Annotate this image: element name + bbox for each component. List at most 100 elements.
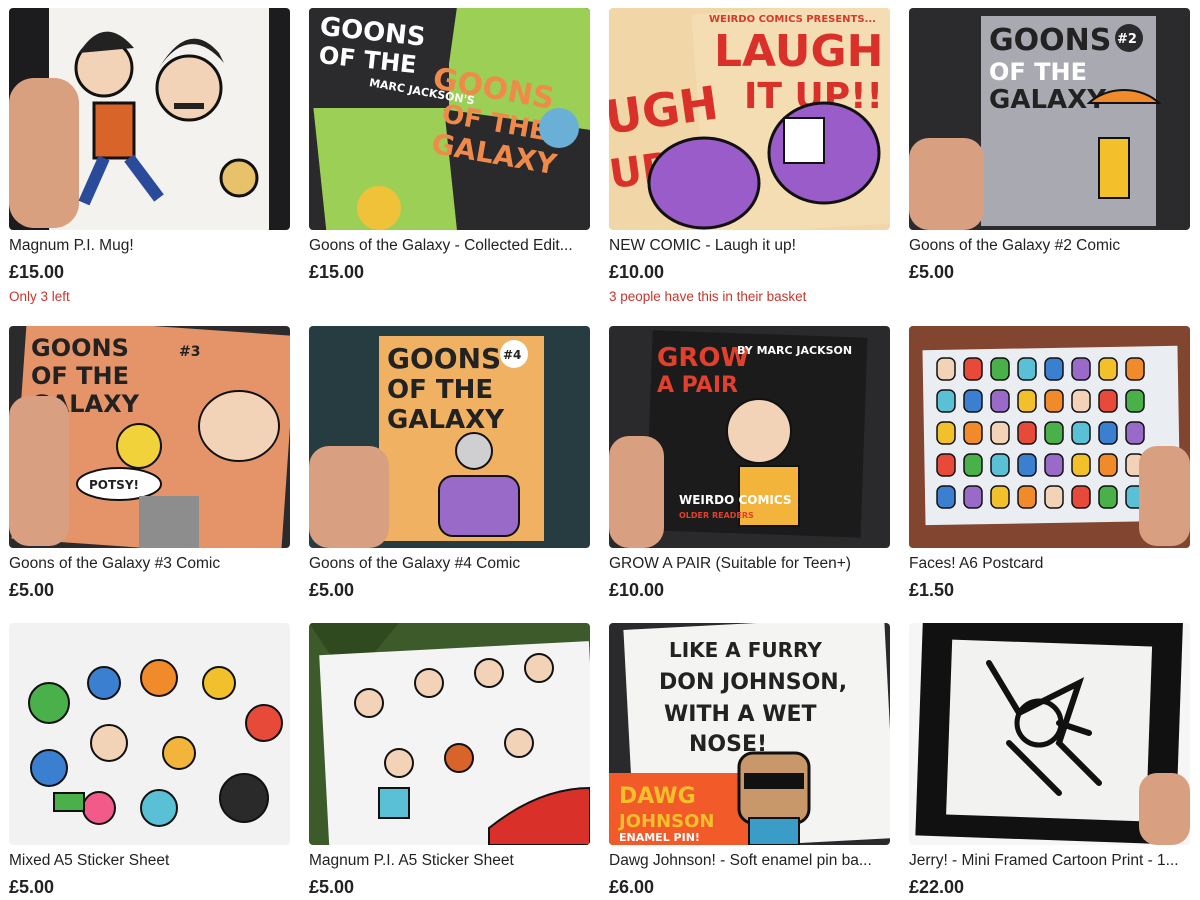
listing-price: £10.00 bbox=[609, 262, 665, 282]
listing-title[interactable]: Faces! A6 Postcard bbox=[909, 554, 1190, 574]
postcard-face bbox=[936, 389, 956, 413]
listing-image-laugh-it-up[interactable]: WEIRDO COMICS PRESENTS... LAUGH IT UP!! … bbox=[609, 8, 890, 230]
postcard-face bbox=[1071, 357, 1091, 381]
postcard-face bbox=[1017, 485, 1037, 509]
listing-image-grow-a-pair[interactable]: GROW A PAIR BY MARC JACKSON WEIRDO COMIC… bbox=[609, 326, 890, 548]
listing-price: £5.00 bbox=[309, 877, 355, 897]
sticker-sheet-photo bbox=[9, 623, 290, 845]
cover-title-line: GOONS bbox=[989, 23, 1111, 58]
comic-held-photo: GROW A PAIR BY MARC JACKSON WEIRDO COMIC… bbox=[609, 326, 890, 548]
comic-held-photo: GOONS OF THE GALAXY #3 POTSY! bbox=[9, 326, 290, 548]
postcard-face bbox=[1017, 357, 1037, 381]
listing-card[interactable]: GOONS OF THE GALAXY #2 Goons of the Gala… bbox=[909, 8, 1190, 283]
postcard-face bbox=[936, 421, 956, 445]
listing-card[interactable]: LIKE A FURRY DON JOHNSON, WITH A WET NOS… bbox=[609, 623, 890, 898]
listing-title[interactable]: Magnum P.I. Mug! bbox=[9, 236, 290, 256]
pin-title-line: ENAMEL PIN! bbox=[619, 831, 700, 844]
postcard-face bbox=[990, 485, 1010, 509]
listing-card[interactable]: Magnum P.I. A5 Sticker Sheet £5.00 bbox=[309, 623, 590, 898]
postcard-face bbox=[1017, 389, 1037, 413]
postcard-face bbox=[1071, 421, 1091, 445]
postcard-face bbox=[1125, 357, 1145, 381]
listing-card[interactable]: GOONS OF THE GALAXY #3 POTSY! Goons of t… bbox=[9, 326, 290, 601]
postcard-face bbox=[963, 453, 983, 477]
listing-image-goons-collected[interactable]: GOONS OF THE GOONS OF THE GALAXY MARC JA… bbox=[309, 8, 590, 230]
listing-card[interactable]: Magnum P.I. Mug! £15.00 Only 3 left bbox=[9, 8, 290, 305]
listing-image-jerry-print[interactable] bbox=[909, 623, 1190, 845]
postcard-face bbox=[963, 485, 983, 509]
listing-title[interactable]: Dawg Johnson! - Soft enamel pin ba... bbox=[609, 851, 890, 871]
cover-issue: #2 bbox=[1117, 32, 1137, 47]
postcard-photo bbox=[909, 326, 1190, 548]
sticker-sheet-photo bbox=[309, 623, 590, 845]
postcard-face bbox=[963, 357, 983, 381]
cover-title-line: GALAXY bbox=[989, 85, 1107, 115]
postcard-face bbox=[963, 389, 983, 413]
listing-image-goons-4[interactable]: GOONS OF THE GALAXY #4 bbox=[309, 326, 590, 548]
postcard-face bbox=[1125, 421, 1145, 445]
listing-image-goons-2[interactable]: GOONS OF THE GALAXY #2 bbox=[909, 8, 1190, 230]
enamel-pin-photo: LIKE A FURRY DON JOHNSON, WITH A WET NOS… bbox=[609, 623, 890, 845]
listing-stock-note: Only 3 left bbox=[9, 289, 70, 304]
postcard-face bbox=[936, 357, 956, 381]
comic-held-photo: GOONS OF THE GALAXY #4 bbox=[309, 326, 590, 548]
postcard-face bbox=[936, 485, 956, 509]
listing-price: £5.00 bbox=[309, 580, 355, 600]
listing-title[interactable]: Goons of the Galaxy - Collected Edit... bbox=[309, 236, 590, 256]
cover-title-line: WITH A WET bbox=[664, 702, 817, 727]
listing-price: £5.00 bbox=[9, 877, 55, 897]
listing-card[interactable]: WEIRDO COMICS PRESENTS... LAUGH IT UP!! … bbox=[609, 8, 890, 305]
postcard-face bbox=[990, 357, 1010, 381]
listing-image-faces-postcard[interactable] bbox=[909, 326, 1190, 548]
comic-spread-photo: WEIRDO COMICS PRESENTS... LAUGH IT UP!! … bbox=[609, 8, 890, 230]
cover-title-line: LIKE A FURRY bbox=[669, 638, 822, 662]
listing-image-mug[interactable] bbox=[9, 8, 290, 230]
listing-card[interactable]: Jerry! - Mini Framed Cartoon Print - 1..… bbox=[909, 623, 1190, 898]
listing-image-magnum-stickers[interactable] bbox=[309, 623, 590, 845]
cover-bubble: POTSY! bbox=[89, 478, 139, 492]
postcard-face bbox=[1017, 453, 1037, 477]
listing-card[interactable]: GOONS OF THE GOONS OF THE GALAXY MARC JA… bbox=[309, 8, 590, 283]
cover-title-line: GALAXY bbox=[387, 405, 505, 435]
postcard-face bbox=[1098, 389, 1118, 413]
cover-title-line: OF THE bbox=[31, 362, 129, 390]
cover-issue: #4 bbox=[503, 348, 521, 362]
listing-card[interactable]: GOONS OF THE GALAXY #4 Goons of the Gala… bbox=[309, 326, 590, 601]
listing-image-goons-3[interactable]: GOONS OF THE GALAXY #3 POTSY! bbox=[9, 326, 290, 548]
listing-title[interactable]: NEW COMIC - Laugh it up! bbox=[609, 236, 890, 256]
cover-issue: #3 bbox=[179, 344, 200, 360]
postcard-face bbox=[1098, 421, 1118, 445]
cover-title-line: LAUGH bbox=[714, 26, 883, 77]
cover-title-line: OF THE bbox=[989, 58, 1087, 86]
postcard-face bbox=[1071, 453, 1091, 477]
cover-title-line: GOONS bbox=[31, 334, 129, 362]
listing-image-dawg-pin[interactable]: LIKE A FURRY DON JOHNSON, WITH A WET NOS… bbox=[609, 623, 890, 845]
postcard-face bbox=[1044, 485, 1064, 509]
listing-title[interactable]: Magnum P.I. A5 Sticker Sheet bbox=[309, 851, 590, 871]
listing-title[interactable]: Goons of the Galaxy #4 Comic bbox=[309, 554, 590, 574]
postcard-face bbox=[1044, 357, 1064, 381]
listing-price: £6.00 bbox=[609, 877, 655, 897]
cover-title-line: OF THE bbox=[387, 375, 493, 405]
postcard-face bbox=[990, 421, 1010, 445]
cover-byline: WEIRDO COMICS PRESENTS... bbox=[709, 14, 876, 25]
postcard-face bbox=[963, 421, 983, 445]
pin-title-line: JOHNSON bbox=[617, 811, 714, 832]
postcard-face bbox=[1044, 389, 1064, 413]
listing-title[interactable]: Jerry! - Mini Framed Cartoon Print - 1..… bbox=[909, 851, 1190, 871]
listing-title[interactable]: Goons of the Galaxy #3 Comic bbox=[9, 554, 290, 574]
postcard-face bbox=[1098, 357, 1118, 381]
cover-title-line: A PAIR bbox=[657, 373, 738, 398]
listing-title[interactable]: Goons of the Galaxy #2 Comic bbox=[909, 236, 1190, 256]
listing-image-mixed-stickers[interactable] bbox=[9, 623, 290, 845]
listing-price: £1.50 bbox=[909, 580, 955, 600]
listing-title[interactable]: GROW A PAIR (Suitable for Teen+) bbox=[609, 554, 890, 574]
cover-title-line: DON JOHNSON, bbox=[659, 670, 847, 695]
comic-held-photo: GOONS OF THE GALAXY #2 bbox=[909, 8, 1190, 230]
listing-card[interactable]: GROW A PAIR BY MARC JACKSON WEIRDO COMIC… bbox=[609, 326, 890, 601]
pin-title-line: DAWG bbox=[619, 784, 696, 809]
listing-card[interactable]: Mixed A5 Sticker Sheet £5.00 bbox=[9, 623, 290, 898]
listing-card[interactable]: Faces! A6 Postcard £1.50 bbox=[909, 326, 1190, 601]
postcard-face bbox=[1044, 421, 1064, 445]
listing-title[interactable]: Mixed A5 Sticker Sheet bbox=[9, 851, 290, 871]
